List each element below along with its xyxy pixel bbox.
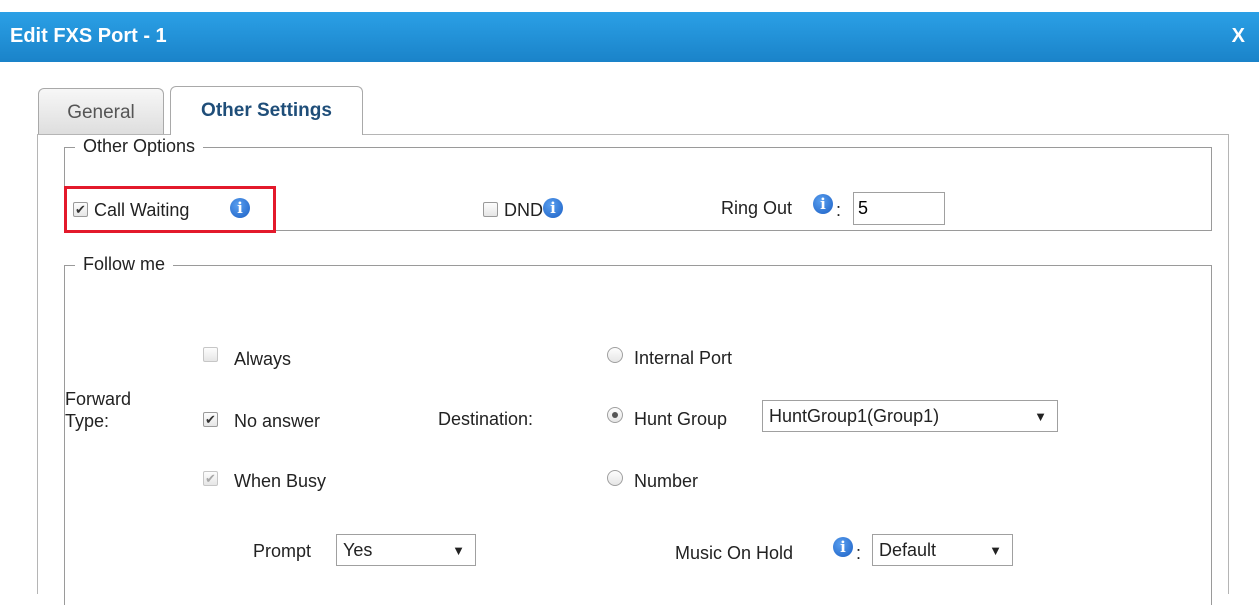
destination-label: Destination:: [438, 409, 534, 429]
close-button[interactable]: X: [1232, 25, 1245, 48]
dialog-titlebar: Edit FXS Port - 1 X: [0, 12, 1259, 62]
number-label: Number: [634, 471, 699, 491]
hunt-group-radio[interactable]: [607, 407, 623, 423]
follow-me-legend: Follow me: [75, 254, 174, 275]
prompt-label: Prompt: [253, 541, 312, 561]
hunt-group-select-value: HuntGroup1(Group1): [769, 406, 940, 426]
music-on-hold-select[interactable]: Default ▼: [872, 534, 1013, 566]
follow-me-group: Follow me: [64, 254, 1212, 605]
no-answer-label: No answer: [234, 411, 321, 431]
dnd-label: DND: [504, 200, 543, 220]
ring-out-input[interactable]: [853, 192, 945, 225]
number-radio[interactable]: [607, 470, 623, 486]
internal-port-radio[interactable]: [607, 347, 623, 363]
dialog-body: General Other Settings Other Options Fol…: [0, 62, 1259, 605]
no-answer-checkbox[interactable]: ✔: [203, 412, 218, 427]
ring-out-separator: :: [836, 200, 842, 220]
dnd-info-icon[interactable]: i: [543, 198, 563, 218]
dropdown-arrow-icon: ▼: [452, 543, 465, 558]
other-options-legend: Other Options: [75, 136, 204, 157]
hunt-group-select[interactable]: HuntGroup1(Group1) ▼: [762, 400, 1058, 432]
prompt-select-value: Yes: [343, 540, 373, 560]
when-busy-checkbox[interactable]: ✔: [203, 471, 218, 486]
music-on-hold-info-icon[interactable]: i: [833, 537, 853, 557]
dropdown-arrow-icon: ▼: [1034, 409, 1047, 424]
prompt-select[interactable]: Yes ▼: [336, 534, 476, 566]
forward-type-label: Forward Type:: [65, 389, 132, 431]
always-label: Always: [234, 349, 292, 369]
music-on-hold-select-value: Default: [879, 540, 937, 560]
ring-out-label: Ring Out: [721, 198, 793, 218]
dialog-title: Edit FXS Port - 1: [10, 25, 167, 47]
always-checkbox[interactable]: [203, 347, 218, 362]
tab-other-settings[interactable]: Other Settings: [170, 86, 363, 135]
hunt-group-radio-dot: [612, 412, 618, 418]
tab-general[interactable]: General: [38, 88, 164, 134]
music-on-hold-separator: :: [856, 543, 862, 563]
music-on-hold-label: Music On Hold: [675, 543, 794, 563]
when-busy-label: When Busy: [234, 471, 327, 491]
ring-out-info-icon[interactable]: i: [813, 194, 833, 214]
hunt-group-label: Hunt Group: [634, 409, 728, 429]
call-waiting-highlight: [64, 186, 276, 233]
internal-port-label: Internal Port: [634, 348, 733, 368]
dropdown-arrow-icon: ▼: [989, 543, 1002, 558]
dnd-checkbox[interactable]: [483, 202, 498, 217]
